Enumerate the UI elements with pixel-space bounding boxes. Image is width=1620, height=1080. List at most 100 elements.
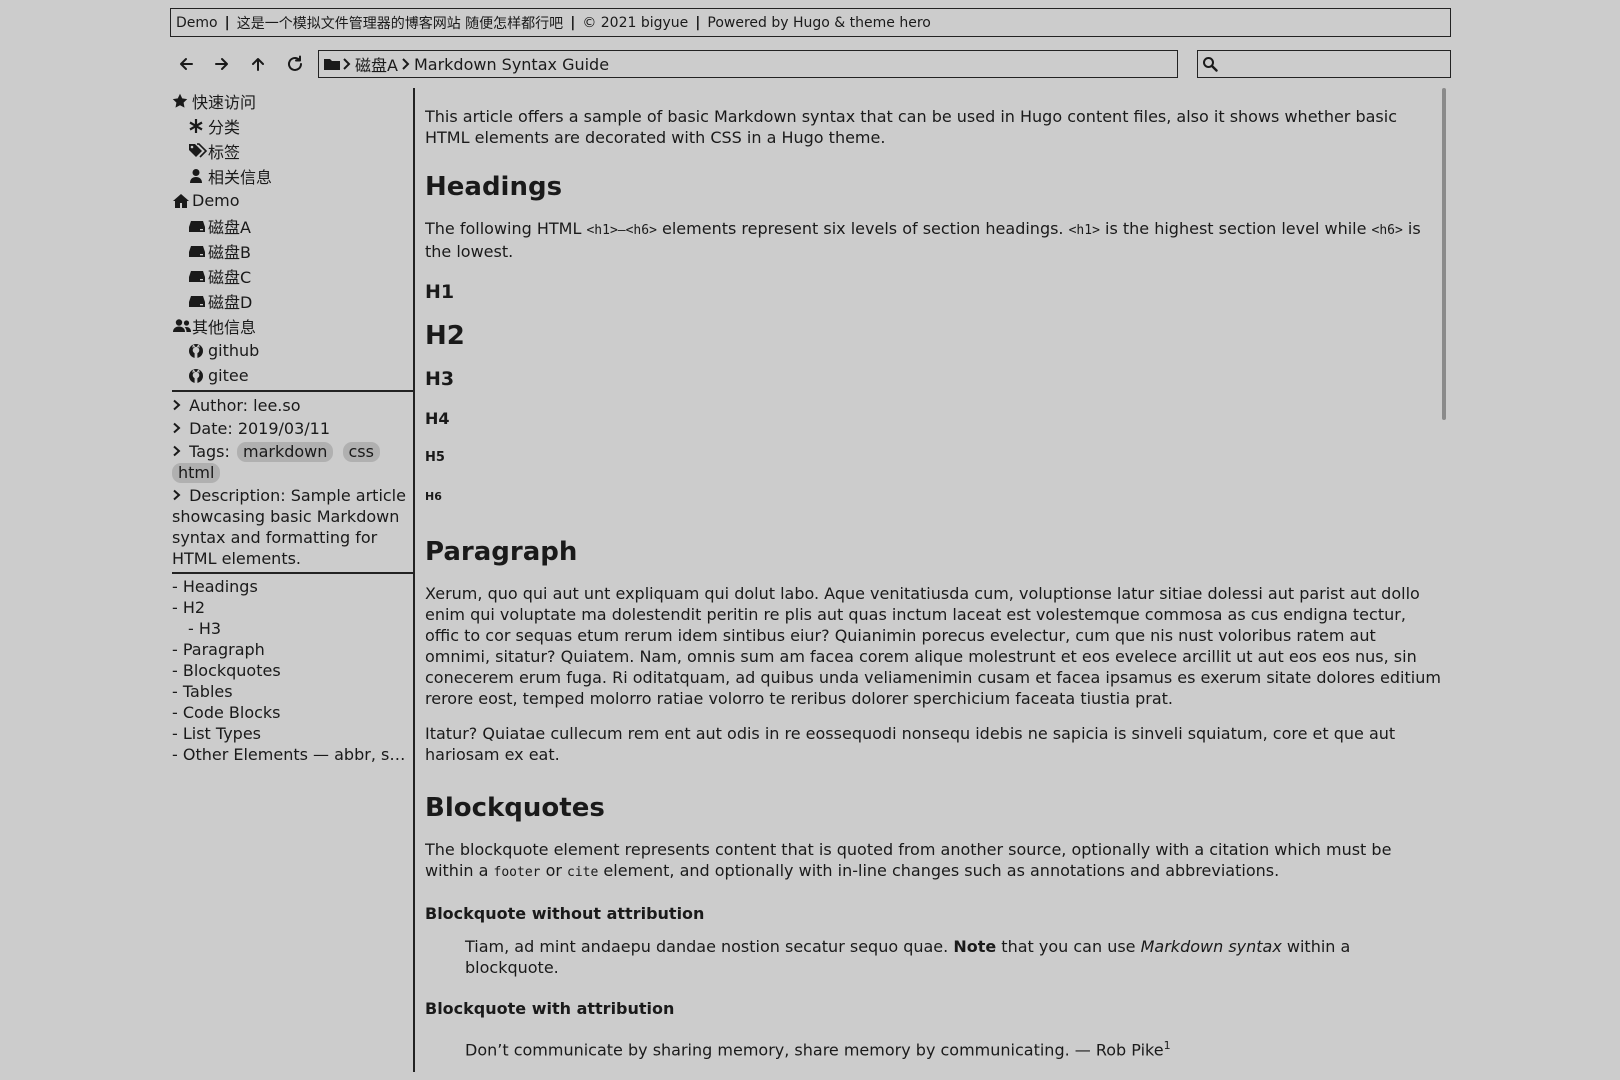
meta-tags: Tags: markdown css html bbox=[172, 440, 413, 484]
user-icon bbox=[190, 168, 202, 183]
blockquote: Don’t communicate by sharing memory, sha… bbox=[465, 1035, 1443, 1060]
meta-tags-label: Tags: bbox=[189, 442, 230, 461]
meta-date: Date: 2019/03/11 bbox=[172, 417, 413, 440]
sidebar-item-about[interactable]: 相关信息 bbox=[172, 163, 413, 188]
search-box[interactable] bbox=[1197, 50, 1451, 78]
meta-author: Author: lee.so bbox=[172, 394, 413, 417]
toc-item[interactable]: - List Types bbox=[172, 723, 413, 744]
chevron-right-icon bbox=[173, 445, 181, 457]
chevron-right-icon bbox=[173, 399, 181, 411]
paragraph-text: Xerum, quo qui aut unt expliquam qui dol… bbox=[425, 584, 1441, 708]
tags-icon bbox=[189, 142, 208, 158]
sidebar-label: 其他信息 bbox=[192, 317, 257, 337]
inline-code: <h1> bbox=[1068, 223, 1100, 238]
subheading-bq-without: Blockquote without attribution bbox=[425, 904, 705, 923]
subheading-bq-with: Blockquote with attribution bbox=[425, 999, 675, 1018]
toc-item[interactable]: - Tables bbox=[172, 681, 413, 702]
forward-button[interactable] bbox=[207, 48, 237, 80]
text-span: Don’t communicate by sharing memory, sha… bbox=[465, 1040, 1164, 1060]
tag-chip[interactable]: css bbox=[342, 442, 380, 462]
sidebar-quick-access[interactable]: 快速访问 bbox=[172, 88, 413, 113]
refresh-button[interactable] bbox=[280, 48, 310, 80]
arrow-up-icon bbox=[252, 58, 264, 71]
sidebar-item-disk-d[interactable]: 磁盘D bbox=[172, 288, 413, 313]
blockquote: Tiam, ad mint andaepu dandae nostion sec… bbox=[465, 936, 1443, 978]
arrow-left-icon bbox=[180, 58, 193, 70]
sidebar-other-info[interactable]: 其他信息 bbox=[172, 313, 413, 338]
sidebar-label: github bbox=[208, 341, 260, 360]
toc-item[interactable]: - Code Blocks bbox=[172, 702, 413, 723]
pane-divider[interactable] bbox=[413, 88, 415, 1072]
article-intro: This article offers a sample of basic Ma… bbox=[425, 107, 1397, 147]
blockquotes-paragraph: The blockquote element represents conten… bbox=[425, 839, 1443, 883]
star-icon bbox=[172, 93, 188, 108]
home-icon bbox=[173, 193, 189, 208]
up-button[interactable] bbox=[243, 48, 273, 80]
sidebar-item-github[interactable]: github bbox=[172, 338, 413, 363]
text-span: or bbox=[540, 861, 568, 880]
sidebar: 快速访问 分类 标签 相关信息 Demo 磁盘A 磁盘B 磁盘C 磁盘D 其他信… bbox=[172, 88, 413, 1080]
meta-author-text: Author: lee.so bbox=[189, 396, 301, 415]
sidebar-item-disk-c[interactable]: 磁盘C bbox=[172, 263, 413, 288]
header-separator: | bbox=[570, 14, 576, 31]
asterisk-icon bbox=[189, 118, 203, 133]
address-bar[interactable]: 磁盘A Markdown Syntax Guide bbox=[318, 50, 1178, 78]
text-span: that you can use bbox=[996, 937, 1141, 956]
search-input[interactable] bbox=[1222, 55, 1442, 73]
paragraph-text: Itatur? Quiatae cullecum rem ent aut odi… bbox=[425, 724, 1396, 764]
breadcrumb-item[interactable]: 磁盘A bbox=[355, 52, 398, 76]
tag-chip[interactable]: html bbox=[172, 463, 221, 483]
sample-h6: H6 bbox=[425, 490, 442, 503]
footnote-ref[interactable]: 1 bbox=[1164, 1039, 1171, 1052]
refresh-icon bbox=[288, 55, 302, 71]
sidebar-demo[interactable]: Demo bbox=[172, 188, 413, 213]
explorer-toolbar: 磁盘A Markdown Syntax Guide bbox=[170, 48, 1451, 80]
github-icon bbox=[189, 343, 203, 359]
toc-item[interactable]: - Other Elements — abbr, su... bbox=[172, 744, 413, 765]
chevron-right-icon bbox=[173, 489, 181, 501]
sidebar-label: 磁盘A bbox=[208, 217, 251, 237]
hard-drive-icon bbox=[189, 220, 205, 232]
text-span: is the highest section level while bbox=[1099, 219, 1372, 238]
toc-item[interactable]: - Headings bbox=[172, 576, 413, 597]
sidebar-item-disk-b[interactable]: 磁盘B bbox=[172, 238, 413, 263]
sidebar-item-gitee[interactable]: gitee bbox=[172, 363, 413, 388]
sidebar-item-categories[interactable]: 分类 bbox=[172, 113, 413, 138]
header-separator: | bbox=[695, 14, 701, 31]
meta-date-text: Date: 2019/03/11 bbox=[189, 419, 331, 438]
toc-item[interactable]: - H2 bbox=[172, 597, 413, 618]
meta-description: Description: Sample article showcasing b… bbox=[172, 484, 413, 570]
meta-description-label: Description: bbox=[189, 486, 286, 505]
toc-item[interactable]: - H3 bbox=[172, 618, 413, 639]
section-heading-headings: Headings bbox=[425, 172, 563, 202]
inline-code: footer bbox=[493, 865, 541, 880]
sidebar-item-tags[interactable]: 标签 bbox=[172, 138, 413, 163]
toc-item[interactable]: - Paragraph bbox=[172, 639, 413, 660]
hard-drive-icon bbox=[189, 245, 205, 257]
chevron-right-icon bbox=[402, 58, 410, 70]
sidebar-label: 磁盘B bbox=[208, 242, 251, 262]
users-icon bbox=[173, 318, 191, 332]
site-name[interactable]: Demo bbox=[176, 15, 218, 31]
breadcrumb-current[interactable]: Markdown Syntax Guide bbox=[414, 55, 609, 74]
scrollbar-thumb[interactable] bbox=[1442, 88, 1446, 420]
text-span: The following HTML bbox=[425, 219, 587, 238]
back-button[interactable] bbox=[171, 48, 201, 80]
powered-by-text[interactable]: Powered by Hugo & theme hero bbox=[707, 15, 930, 31]
sidebar-label: 标签 bbox=[208, 142, 241, 162]
chevron-right-icon bbox=[173, 422, 181, 434]
sidebar-label: 磁盘D bbox=[208, 292, 253, 312]
tag-chip[interactable]: markdown bbox=[237, 442, 334, 462]
section-heading-paragraph: Paragraph bbox=[425, 537, 578, 567]
inline-code: <h1>—<h6> bbox=[586, 223, 657, 238]
site-subtitle: 这是一个模拟文件管理器的博客网站 随便怎样都行吧 bbox=[236, 15, 564, 32]
sample-h2: H2 bbox=[425, 321, 465, 351]
arrow-right-icon bbox=[215, 58, 228, 70]
sample-h5: H5 bbox=[425, 450, 445, 465]
sidebar-label: 快速访问 bbox=[192, 92, 257, 112]
toc-item[interactable]: - Blockquotes bbox=[172, 660, 413, 681]
sample-h1: H1 bbox=[425, 281, 455, 303]
header-separator: | bbox=[224, 14, 230, 31]
sample-h4: H4 bbox=[425, 409, 450, 428]
sidebar-item-disk-a[interactable]: 磁盘A bbox=[172, 213, 413, 238]
